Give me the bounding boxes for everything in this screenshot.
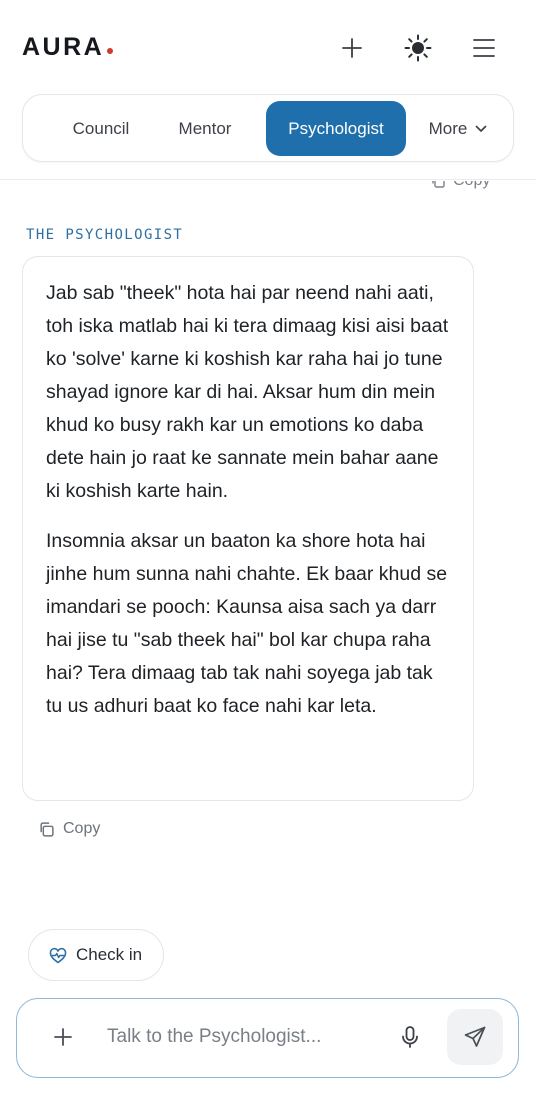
- previous-copy-button[interactable]: Copy: [420, 181, 520, 193]
- app-logo[interactable]: AURA: [22, 32, 114, 62]
- copy-icon: [40, 821, 54, 837]
- microphone-icon: [402, 1026, 418, 1048]
- message-input[interactable]: [107, 1021, 377, 1053]
- check-in-button[interactable]: Check in: [28, 929, 164, 981]
- plus-icon: [54, 1028, 72, 1046]
- check-in-label: Check in: [76, 945, 143, 964]
- voice-input-button[interactable]: [395, 1021, 425, 1053]
- logo-dot: [107, 48, 114, 54]
- tab-label: Mentor: [178, 118, 232, 138]
- menu-icon: [473, 39, 495, 57]
- tab-label: Council: [72, 118, 130, 138]
- send-button[interactable]: [447, 1009, 503, 1065]
- message-role-label: THE PSYCHOLOGIST: [26, 227, 184, 243]
- copy-label: Copy: [63, 820, 101, 837]
- tab-psychologist[interactable]: Psychologist: [266, 101, 406, 156]
- message-paragraph: Insomnia aksar un baaton ka shore hota h…: [46, 530, 448, 717]
- header-divider: [0, 179, 536, 180]
- attach-button[interactable]: [47, 1021, 79, 1053]
- copy-icon: [432, 181, 445, 188]
- plus-icon: [342, 38, 362, 58]
- sun-icon: [404, 34, 432, 62]
- tab-mentor[interactable]: Mentor: [145, 101, 265, 156]
- send-icon: [464, 1026, 486, 1047]
- chevron-down-icon: [475, 125, 487, 133]
- mode-tabs: Council Mentor Psychologist More: [22, 94, 514, 162]
- menu-button[interactable]: [466, 30, 502, 66]
- app-header: AURA: [0, 0, 536, 92]
- tab-label: Psychologist: [288, 118, 384, 138]
- assistant-message-bubble: Jab sab "theek" hota hai par neend nahi …: [22, 256, 474, 801]
- tab-label: More: [428, 118, 468, 138]
- theme-toggle-button[interactable]: [400, 30, 436, 66]
- message-paragraph: Jab sab "theek" hota hai par neend nahi …: [46, 282, 449, 502]
- heart-pulse-icon: [49, 947, 67, 963]
- message-composer: [16, 998, 519, 1078]
- copy-label: Copy: [453, 181, 490, 190]
- logo-text: AURA: [22, 33, 105, 61]
- copy-message-button[interactable]: Copy: [38, 817, 100, 841]
- new-chat-button[interactable]: [334, 30, 370, 66]
- tab-more[interactable]: More: [413, 101, 503, 156]
